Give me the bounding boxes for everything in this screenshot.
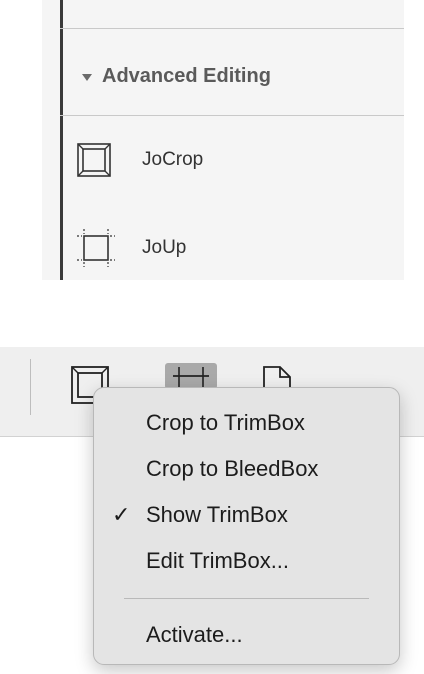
menu-item-label: Activate... — [146, 622, 243, 647]
crop-box-icon — [77, 143, 111, 177]
trimbox-context-menu: Crop to TrimBox Crop to BleedBox ✓ Show … — [93, 387, 400, 665]
page-icon — [263, 366, 291, 389]
disclosure-triangle-icon[interactable] — [82, 73, 92, 81]
menu-separator — [124, 598, 369, 599]
menu-item-label: Crop to TrimBox — [146, 410, 305, 435]
page-button[interactable] — [258, 363, 298, 389]
panel-divider — [60, 115, 404, 116]
advanced-editing-panel: Advanced Editing JoCrop JoUp — [42, 0, 404, 280]
section-title: Advanced Editing — [102, 64, 271, 87]
tool-item-joup[interactable]: JoUp — [60, 218, 404, 278]
tool-item-jocrop[interactable]: JoCrop — [60, 130, 404, 190]
menu-item-label: Crop to BleedBox — [146, 456, 319, 481]
menu-item-activate[interactable]: Activate... — [94, 615, 399, 655]
advanced-editing-header[interactable]: Advanced Editing — [82, 58, 271, 94]
toolbar-separator — [30, 359, 31, 415]
menu-item-label: Edit TrimBox... — [146, 548, 290, 573]
trim-box-button[interactable] — [165, 363, 217, 389]
menu-item-label: Show TrimBox — [146, 502, 288, 527]
trim-box-icon — [77, 229, 115, 267]
tool-label: JoUp — [142, 237, 187, 258]
menu-item-show-trimbox[interactable]: ✓ Show TrimBox — [94, 495, 399, 535]
checkmark-icon: ✓ — [112, 502, 131, 527]
trim-box-icon — [173, 367, 209, 389]
menu-item-crop-to-bleedbox[interactable]: Crop to BleedBox — [94, 449, 399, 489]
menu-item-crop-to-trimbox[interactable]: Crop to TrimBox — [94, 403, 399, 443]
menu-item-edit-trimbox[interactable]: Edit TrimBox... — [94, 541, 399, 581]
tool-label: JoCrop — [142, 149, 204, 170]
panel-divider — [60, 28, 404, 29]
